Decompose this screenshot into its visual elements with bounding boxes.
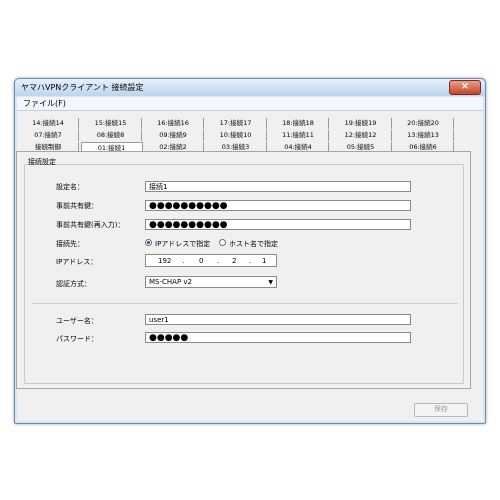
tab-row2-2[interactable]: 09:接続9 [143,130,204,141]
close-button[interactable]: × [449,80,481,95]
save-button[interactable]: 保存 [414,403,468,417]
tab-row2-4[interactable]: 11:接続11 [268,130,329,141]
chevron-down-icon: ▼ [268,279,273,286]
tab-row2-1[interactable]: 08:接続8 [80,130,142,141]
username-input[interactable]: user1 [145,314,411,325]
menu-bar: ファイル(F) [17,97,483,111]
psk-confirm-label: 事前共有鍵(再入力)： [56,221,125,229]
close-icon: × [460,81,470,92]
tab-row2-0[interactable]: 07:接続7 [18,130,79,141]
username-label: ユーザー名： [56,317,98,325]
psk-input[interactable]: ●●●●●●●●●● [145,200,411,211]
setting-name-label: 設定名： [56,183,84,191]
tab-row1-6[interactable]: 20:接続20 [393,118,454,129]
radio-host[interactable] [219,239,226,246]
password-input[interactable]: ●●●●● [145,332,411,343]
title-bar: ヤマハVPNクライアント 接続設定 × [15,79,485,96]
radio-ip-label[interactable]: IPアドレスで指定 [155,239,210,249]
ip-dot: . [182,257,185,265]
tab-row1-4[interactable]: 18:接続18 [268,118,329,129]
tab-row2-3[interactable]: 10:接続10 [205,130,267,141]
password-label: パスワード： [56,335,98,343]
ip-octet-1[interactable]: 192 [158,255,171,267]
connection-settings-group [24,164,464,384]
auth-method-select[interactable]: MS-CHAP v2 ▼ [145,276,277,288]
tab-row1-0[interactable]: 14:接続14 [18,118,79,129]
ip-address-input[interactable]: 192 . 0 . 2 . 1 [145,254,277,267]
ip-octet-4[interactable]: 1 [262,255,266,267]
tab-row1-5[interactable]: 19:接続19 [330,118,392,129]
tab-row1-2[interactable]: 16:接続16 [143,118,204,129]
tab-row1-1[interactable]: 15:接続15 [80,118,142,129]
ip-octet-2[interactable]: 0 [199,255,203,267]
tab-row1-3[interactable]: 17:接続17 [205,118,267,129]
tab-row2-6[interactable]: 13:接続13 [393,130,454,141]
radio-ip[interactable] [145,239,152,246]
radio-host-label[interactable]: ホスト名で指定 [229,239,278,249]
auth-method-value: MS-CHAP v2 [149,278,192,286]
separator [32,303,458,304]
auth-label: 認証方式： [56,280,91,288]
ip-octet-3[interactable]: 2 [232,255,236,267]
psk-confirm-input[interactable]: ●●●●●●●●●● [145,219,411,230]
ip-dot: . [217,257,220,265]
menu-file[interactable]: ファイル(F) [23,98,66,109]
ip-dot: . [249,257,252,265]
group-label: 接続設定 [28,158,56,166]
destination-label: 接続先： [56,240,84,248]
setting-name-input[interactable]: 接続1 [145,181,411,192]
psk-label: 事前共有鍵： [56,202,98,210]
ip-label: IPアドレス： [56,258,98,266]
tab-row2-5[interactable]: 12:接続12 [330,130,392,141]
window-title: ヤマハVPNクライアント 接続設定 [21,83,144,92]
